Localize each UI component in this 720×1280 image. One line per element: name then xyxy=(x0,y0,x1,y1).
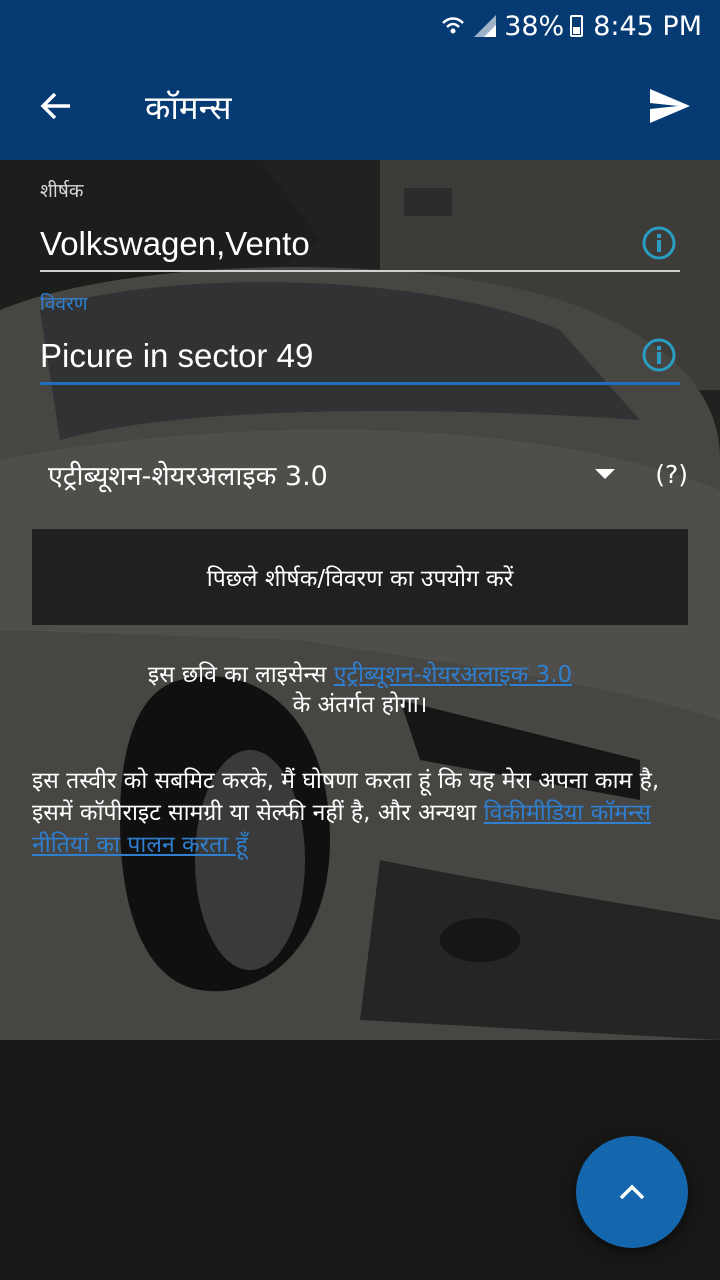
license-notice-prefix: इस छवि का लाइसेन्स xyxy=(147,662,334,688)
page-title: कॉमन्स xyxy=(145,87,232,127)
signal-icon xyxy=(474,15,497,37)
chevron-up-icon xyxy=(619,1184,645,1200)
use-previous-button[interactable]: पिछले शीर्षक/विवरण का उपयोग करें xyxy=(32,529,688,625)
battery-icon xyxy=(570,15,584,37)
app-bar: कॉमन्स xyxy=(0,52,720,160)
background-photo xyxy=(0,160,720,1280)
back-arrow-icon xyxy=(40,92,70,120)
title-input[interactable]: Volkswagen,Vento xyxy=(40,220,680,268)
description-input[interactable]: Picure in sector 49 xyxy=(40,332,680,380)
wifi-icon xyxy=(440,14,466,38)
license-link[interactable]: एट्रीब्यूशन-शेयरअलाइक 3.0 xyxy=(334,662,572,688)
battery-percent: 38% xyxy=(504,10,565,42)
description-label: विवरण xyxy=(40,293,88,315)
title-underline xyxy=(40,270,680,272)
license-dropdown[interactable]: एट्रीब्यूशन-शेयरअलाइक 3.0 (?) xyxy=(48,450,688,498)
info-icon[interactable] xyxy=(641,225,677,261)
back-button[interactable] xyxy=(0,52,112,160)
license-selected: एट्रीब्यूशन-शेयरअलाइक 3.0 xyxy=(48,460,328,492)
description-underline xyxy=(40,382,680,385)
declaration-text: इस तस्वीर को सबमिट करके, मैं घोषणा करता … xyxy=(32,765,692,861)
license-notice: इस छवि का लाइसेन्स एट्रीब्यूशन-शेयरअलाइक… xyxy=(0,660,720,720)
status-bar: 38% 8:45 PM xyxy=(0,0,720,52)
send-button[interactable] xyxy=(620,52,720,160)
clock: 8:45 PM xyxy=(593,10,702,42)
send-icon xyxy=(650,89,690,123)
license-help-link[interactable]: (?) xyxy=(655,460,688,489)
license-notice-suffix: के अंतर्गत होगा। xyxy=(292,692,428,718)
info-icon[interactable] xyxy=(641,337,677,373)
title-label: शीर्षक xyxy=(40,180,84,202)
dropdown-arrow-icon xyxy=(595,469,616,479)
scroll-up-button[interactable] xyxy=(576,1136,688,1248)
